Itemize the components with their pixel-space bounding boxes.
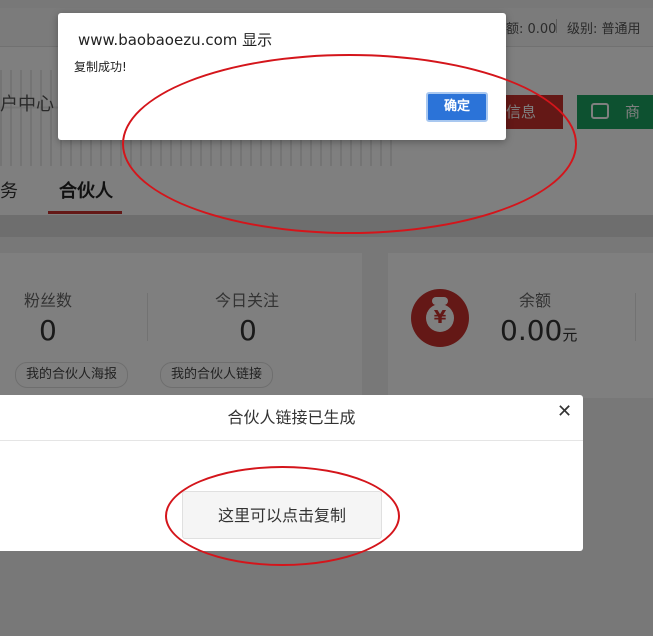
close-icon[interactable]: ✕ <box>557 401 572 422</box>
browser-alert-dialog: www.baobaoezu.com 显示 复制成功! 确定 <box>58 13 506 140</box>
partner-link-dialog: 合伙人链接已生成 ✕ 这里可以点击复制 <box>0 395 583 551</box>
alert-ok-button[interactable]: 确定 <box>426 92 488 122</box>
alert-host: www.baobaoezu.com 显示 <box>78 31 273 49</box>
link-dialog-title: 合伙人链接已生成 <box>0 395 583 441</box>
alert-message: 复制成功! <box>74 60 127 74</box>
copy-link-button[interactable]: 这里可以点击复制 <box>182 491 382 539</box>
